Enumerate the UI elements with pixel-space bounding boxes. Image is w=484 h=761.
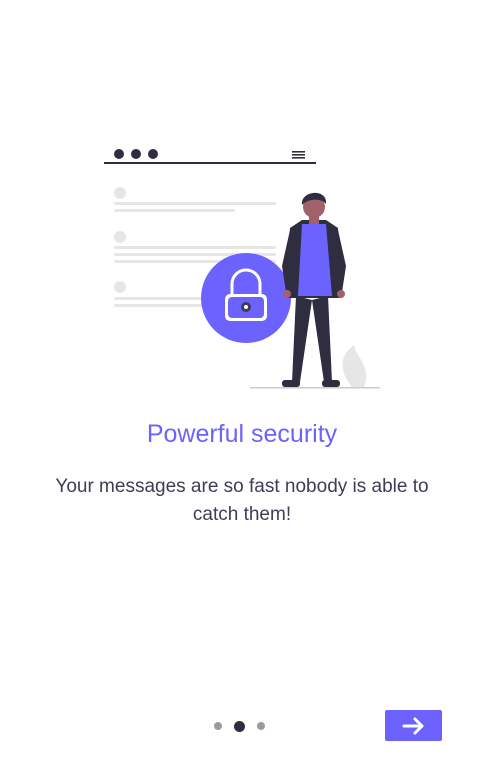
security-illustration [104,149,380,389]
ground-line [250,387,380,389]
next-button[interactable] [385,710,442,741]
page-dot-3[interactable] [257,722,265,730]
page-dot-2-active[interactable] [234,720,245,732]
person-illustration [282,192,346,387]
slide-description: Your messages are so fast nobody is able… [55,476,429,525]
arrow-right-icon [402,717,423,734]
page-dot-1[interactable] [214,722,222,730]
browser-window-icon [104,149,316,164]
plant-icon [342,345,367,387]
security-lock-icon [201,253,291,343]
page-indicator [214,719,265,733]
slide-title: Powerful security [146,420,338,448]
